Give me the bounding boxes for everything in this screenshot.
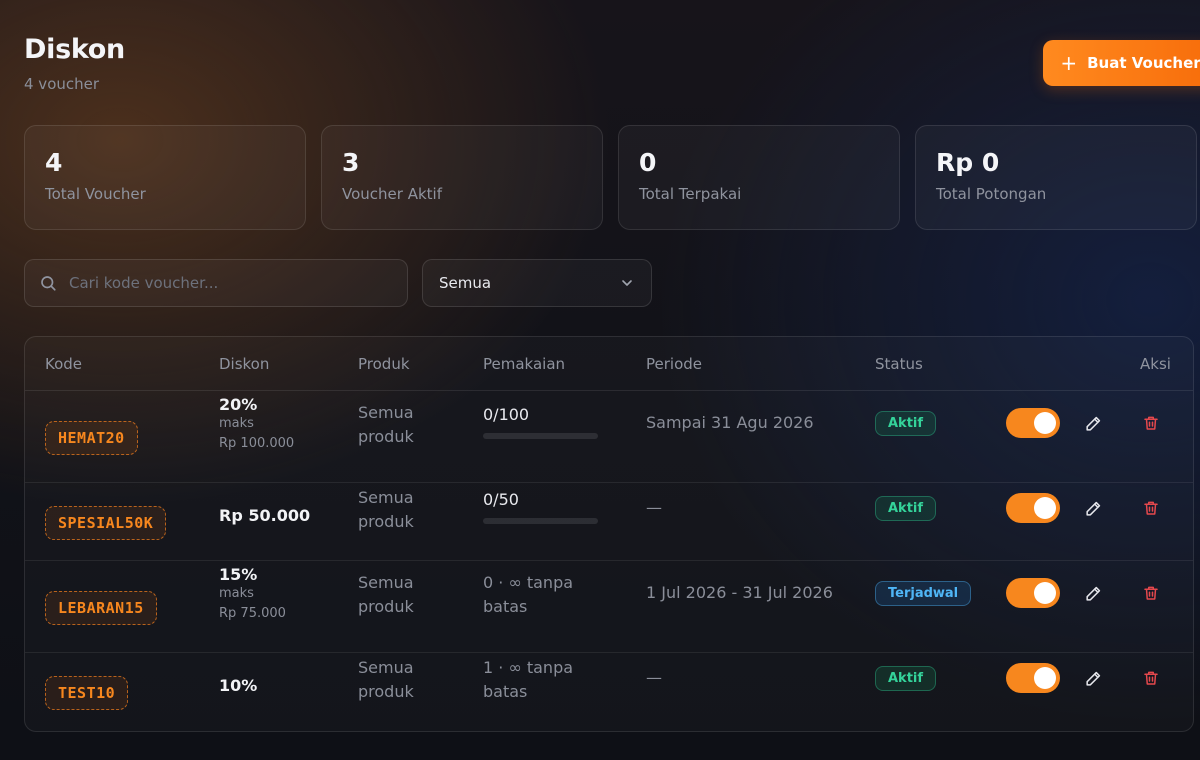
usage-text: 0 · ∞ tanpa (483, 573, 574, 592)
toggle-knob (1034, 412, 1056, 434)
edit-button[interactable] (1081, 411, 1105, 435)
table-row-test10: TEST10 10% Semua produk 1 · ∞ tanpa bata… (25, 653, 1193, 731)
period-text: 1 Jul 2026 - 31 Jul 2026 (646, 583, 833, 602)
status-badge: Aktif (875, 411, 937, 436)
usage-text: 1 · ∞ tanpa (483, 658, 574, 677)
status-badge: Terjadwal (875, 581, 972, 606)
voucher-active-toggle[interactable] (1006, 663, 1060, 693)
status-filter-value: Semua (439, 274, 492, 292)
product-scope: Semua (358, 573, 414, 592)
stat-value: 3 (342, 148, 360, 177)
column-header-actions: Aksi (1140, 355, 1171, 373)
status-badge: Aktif (875, 666, 937, 691)
discount-max-label: maks (219, 586, 254, 601)
column-header-product: Produk (358, 355, 410, 373)
discount-value: Rp 50.000 (219, 506, 311, 525)
product-scope: produk (358, 682, 414, 701)
search-icon (41, 276, 56, 291)
delete-button[interactable] (1139, 496, 1163, 520)
product-scope: produk (358, 512, 414, 531)
voucher-table: Kode Diskon Produk Pemakaian Periode Sta… (24, 336, 1194, 732)
discount-value: 20% (219, 395, 258, 414)
stat-label: Voucher Aktif (342, 185, 442, 203)
pencil-icon (1085, 671, 1100, 686)
column-header-usage: Pemakaian (483, 355, 566, 373)
stat-card-used: 0 Total Terpakai (618, 125, 900, 230)
trash-icon (1144, 501, 1158, 515)
create-voucher-button[interactable]: + Buat Voucher (1043, 40, 1200, 86)
stat-value: 4 (45, 148, 63, 177)
edit-button[interactable] (1081, 581, 1105, 605)
table-row-lebaran15: LEBARAN15 15% maks Rp 75.000 Semua produ… (25, 561, 1193, 653)
table-body: HEMAT20 20% maks Rp 100.000 Semua produk… (25, 391, 1193, 731)
pencil-icon (1085, 416, 1100, 431)
stat-label: Total Voucher (45, 185, 146, 203)
table-row-hemat20: HEMAT20 20% maks Rp 100.000 Semua produk… (25, 391, 1193, 483)
stat-label: Total Potongan (936, 185, 1047, 203)
status-badge: Aktif (875, 496, 937, 521)
voucher-active-toggle[interactable] (1006, 408, 1060, 438)
usage-text: batas (483, 597, 528, 616)
pencil-icon (1085, 586, 1100, 601)
toggle-knob (1034, 582, 1056, 604)
table-row-spesial50k: SPESIAL50K Rp 50.000 Semua produk 0/50 —… (25, 483, 1193, 561)
create-voucher-label: Buat Voucher (1087, 54, 1200, 72)
stat-card-active: 3 Voucher Aktif (321, 125, 603, 230)
column-header-discount: Diskon (219, 355, 270, 373)
voucher-code[interactable]: TEST10 (45, 676, 129, 710)
usage-text: batas (483, 682, 528, 701)
toggle-knob (1034, 497, 1056, 519)
trash-icon (1144, 671, 1158, 685)
search-input[interactable] (69, 274, 369, 292)
discount-page: Diskon 4 voucher + Buat Voucher 4 Total … (24, 0, 1200, 760)
voucher-code[interactable]: LEBARAN15 (45, 591, 157, 625)
product-scope: Semua (358, 403, 414, 422)
voucher-active-toggle[interactable] (1006, 578, 1060, 608)
edit-button[interactable] (1081, 666, 1105, 690)
stats-row: 4 Total Voucher 3 Voucher Aktif 0 Total … (24, 125, 1197, 230)
discount-value: 15% (219, 565, 258, 584)
voucher-code[interactable]: SPESIAL50K (45, 506, 167, 540)
discount-max-value: Rp 100.000 (219, 436, 295, 451)
edit-button[interactable] (1081, 496, 1105, 520)
pencil-icon (1085, 501, 1100, 516)
stat-value: 0 (639, 148, 657, 177)
plus-icon: + (1060, 51, 1078, 75)
discount-value: 10% (219, 676, 258, 695)
search-box (24, 259, 408, 307)
toggle-knob (1034, 667, 1056, 689)
delete-button[interactable] (1139, 581, 1163, 605)
discount-max-label: maks (219, 416, 254, 431)
voucher-active-toggle[interactable] (1006, 493, 1060, 523)
voucher-count: 4 voucher (24, 75, 100, 93)
trash-icon (1144, 416, 1158, 430)
usage-progress-bar (483, 433, 598, 439)
voucher-code[interactable]: HEMAT20 (45, 421, 138, 455)
table-header: Kode Diskon Produk Pemakaian Periode Sta… (25, 337, 1193, 391)
period-text: — (646, 668, 662, 687)
product-scope: produk (358, 597, 414, 616)
usage-text: 0/50 (483, 490, 519, 509)
usage-progress-bar (483, 518, 598, 524)
column-header-code: Kode (45, 355, 83, 373)
stat-card-discount-total: Rp 0 Total Potongan (915, 125, 1197, 230)
column-header-status: Status (875, 355, 923, 373)
stat-value: Rp 0 (936, 148, 1000, 177)
trash-icon (1144, 586, 1158, 600)
period-text: — (646, 498, 662, 517)
usage-text: 0/100 (483, 405, 530, 424)
chevron-down-icon (622, 280, 632, 286)
status-filter-select[interactable]: Semua (422, 259, 652, 307)
column-header-period: Periode (646, 355, 703, 373)
discount-max-value: Rp 75.000 (219, 606, 286, 621)
delete-button[interactable] (1139, 411, 1163, 435)
page-title: Diskon (24, 34, 125, 65)
product-scope: Semua (358, 658, 414, 677)
product-scope: Semua (358, 488, 414, 507)
stat-label: Total Terpakai (639, 185, 742, 203)
period-text: Sampai 31 Agu 2026 (646, 413, 814, 432)
product-scope: produk (358, 427, 414, 446)
delete-button[interactable] (1139, 666, 1163, 690)
stat-card-total: 4 Total Voucher (24, 125, 306, 230)
